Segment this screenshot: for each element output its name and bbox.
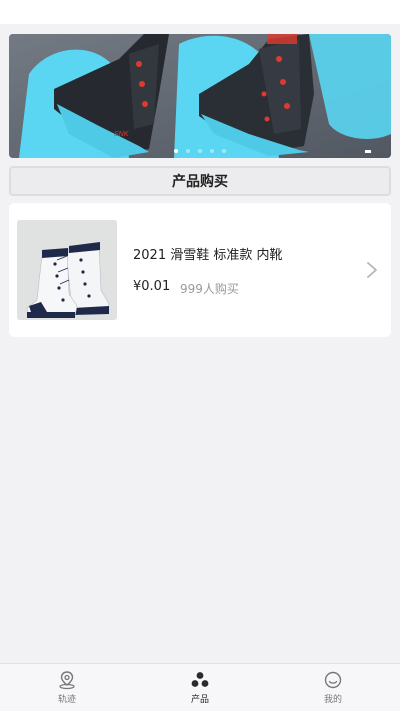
banner-image: SNK	[9, 34, 391, 158]
pagination-dot	[222, 149, 226, 153]
profile-icon	[324, 671, 342, 689]
product-image	[17, 220, 117, 320]
product-price: ¥0.01	[133, 279, 171, 294]
nav-label-track: 轨迹	[57, 695, 76, 705]
nav-item-product[interactable]: 产品	[160, 670, 240, 710]
pagination-dot	[174, 149, 178, 153]
chevron-right-icon[interactable]	[365, 261, 379, 279]
svg-text:SNK: SNK	[114, 131, 129, 138]
section-title: 产品购买	[172, 174, 228, 190]
section-header: 产品购买	[9, 166, 391, 196]
location-icon	[59, 671, 75, 690]
bottom-nav: 轨迹 产品 我的	[0, 663, 400, 711]
product-card[interactable]: 2021 滑雪鞋 标准款 内靴 ¥0.01 999人购买	[9, 203, 391, 337]
status-time: 8:05	[367, 4, 392, 17]
banner-pagination	[9, 149, 391, 153]
product-icon	[191, 672, 209, 687]
banner-carousel[interactable]: SNK	[9, 34, 391, 158]
nav-item-mine[interactable]: 我的	[293, 670, 373, 710]
product-sold-count: 999人购买	[180, 282, 239, 296]
product-name: 2021 滑雪鞋 标准款 内靴	[133, 248, 283, 263]
pagination-dot	[210, 149, 214, 153]
pagination-dot	[186, 149, 190, 153]
nav-label-product: 产品	[190, 695, 209, 705]
status-bar: 8:05	[0, 0, 400, 24]
banner-corner-indicator	[365, 150, 371, 153]
nav-label-mine: 我的	[323, 695, 342, 705]
pagination-dot	[198, 149, 202, 153]
nav-item-track[interactable]: 轨迹	[27, 670, 107, 710]
